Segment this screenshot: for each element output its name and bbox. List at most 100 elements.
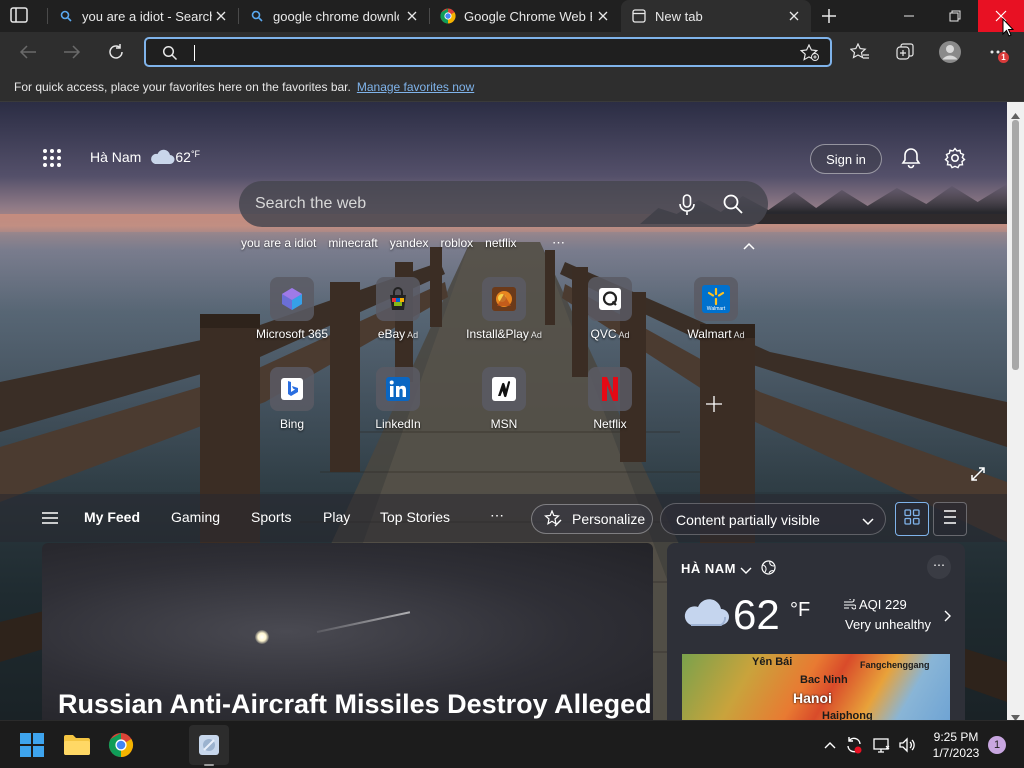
sign-in-button[interactable]: Sign in bbox=[810, 144, 882, 174]
tab-title: Google Chrome Web Br bbox=[464, 8, 592, 24]
tile-label: LinkedIn bbox=[375, 417, 421, 431]
search-icon[interactable] bbox=[722, 193, 744, 215]
close-icon[interactable] bbox=[214, 9, 228, 23]
restore-button[interactable] bbox=[932, 0, 978, 32]
network-icon[interactable] bbox=[872, 736, 890, 754]
grid-layout-button[interactable] bbox=[895, 502, 929, 536]
tile-label: Bing bbox=[279, 417, 305, 431]
weather-map[interactable]: Yên Bái Fangchenggang Bac Ninh Hanoi Hai… bbox=[682, 654, 950, 720]
location-label: Hà Nam bbox=[90, 149, 142, 165]
quick-link-msn[interactable]: MSN bbox=[454, 367, 554, 447]
weather-location[interactable]: HÀ NAM bbox=[681, 561, 736, 576]
app-launcher-icon[interactable] bbox=[42, 149, 62, 167]
notification-center-badge[interactable]: 1 bbox=[988, 736, 1006, 754]
personalize-label: Personalize bbox=[572, 511, 646, 527]
chevron-up-icon[interactable] bbox=[742, 238, 756, 250]
web-search-box[interactable]: Search the web bbox=[239, 181, 768, 227]
add-site-icon[interactable] bbox=[705, 395, 723, 413]
quick-link-install-play[interactable]: Install&Play Ad bbox=[454, 277, 554, 357]
weather-card[interactable]: HÀ NAM ⋯ 62 °F AQI 229 Very unhealthy Yê… bbox=[667, 543, 965, 720]
page-scrollbar[interactable] bbox=[1007, 102, 1024, 721]
quick-link-qvc[interactable]: QVC Ad bbox=[560, 277, 660, 357]
walmart-logo-text: Walmart bbox=[707, 306, 726, 312]
news-card[interactable]: Russian Anti-Aircraft Missiles Destroy A… bbox=[42, 543, 653, 720]
minimize-button[interactable] bbox=[886, 0, 932, 32]
quick-link-microsoft-365[interactable]: Microsoft 365 bbox=[242, 277, 342, 357]
favorites-icon[interactable] bbox=[848, 40, 872, 64]
chevron-up-icon[interactable] bbox=[821, 736, 839, 754]
close-icon[interactable] bbox=[405, 9, 419, 23]
add-favorite-icon[interactable] bbox=[799, 43, 820, 67]
aqi-value[interactable]: AQI 229 bbox=[843, 596, 907, 612]
personalize-button[interactable]: Personalize bbox=[531, 504, 653, 534]
feed-tab-play[interactable]: Play bbox=[323, 509, 350, 525]
trending-item[interactable]: yandex bbox=[390, 236, 429, 250]
temperature: 62 bbox=[175, 149, 191, 165]
trending-item[interactable]: you are a idiot bbox=[241, 236, 316, 250]
list-layout-button[interactable] bbox=[933, 502, 967, 536]
clock-date: 1/7/2023 bbox=[932, 746, 980, 760]
msn-icon bbox=[482, 367, 526, 411]
news-headline[interactable]: Russian Anti-Aircraft Missiles Destroy A… bbox=[58, 689, 652, 720]
manage-favorites-link[interactable]: Manage favorites now bbox=[357, 80, 474, 94]
quick-link-walmart[interactable]: Walmart Walmart Ad bbox=[666, 277, 766, 357]
trending-item[interactable]: netflix bbox=[485, 236, 516, 250]
map-label: Bac Ninh bbox=[800, 674, 848, 686]
forward-icon[interactable] bbox=[60, 40, 84, 64]
walmart-icon: Walmart bbox=[694, 277, 738, 321]
trending-item[interactable]: minecraft bbox=[328, 236, 377, 250]
feed-tab-top-stories[interactable]: Top Stories bbox=[380, 509, 450, 525]
sparkle-pencil-icon bbox=[544, 509, 562, 528]
tab-new-tab[interactable]: New tab bbox=[621, 0, 811, 32]
collections-icon[interactable] bbox=[893, 40, 917, 64]
trending-more-button[interactable]: ⋯ bbox=[552, 235, 566, 251]
gear-icon[interactable] bbox=[944, 147, 966, 169]
chrome-icon[interactable] bbox=[107, 731, 135, 759]
close-icon[interactable] bbox=[596, 9, 610, 23]
tab-3[interactable]: Google Chrome Web Br bbox=[430, 0, 620, 32]
tab-2[interactable]: google chrome downlo bbox=[239, 0, 429, 32]
new-tab-button[interactable] bbox=[818, 6, 840, 26]
mouse-cursor-icon bbox=[1002, 17, 1015, 38]
profile-avatar-icon[interactable] bbox=[938, 40, 962, 64]
app-installer-icon[interactable] bbox=[195, 731, 223, 759]
hamburger-menu-icon[interactable] bbox=[40, 510, 60, 526]
chevron-down-icon[interactable] bbox=[739, 563, 753, 574]
file-explorer-icon[interactable] bbox=[63, 731, 91, 759]
globe-icon[interactable] bbox=[761, 560, 776, 575]
address-bar[interactable] bbox=[144, 37, 832, 67]
quick-link-ebay[interactable]: eBay Ad bbox=[348, 277, 448, 357]
microphone-icon[interactable] bbox=[677, 194, 697, 216]
start-button-icon[interactable] bbox=[18, 731, 46, 759]
tab-actions-icon[interactable] bbox=[10, 7, 30, 25]
scrollbar-thumb[interactable] bbox=[1012, 120, 1019, 370]
feed-tab-sports[interactable]: Sports bbox=[251, 509, 291, 525]
running-indicator bbox=[204, 764, 214, 766]
weather-summary[interactable]: Hà Nam 62 °F bbox=[90, 148, 200, 166]
tab-1[interactable]: you are a idiot - Search bbox=[48, 0, 238, 32]
volume-icon[interactable] bbox=[898, 736, 916, 754]
feed-navigation: My Feed Gaming Sports Play Top Stories ⋯… bbox=[0, 494, 1007, 542]
close-window-button[interactable] bbox=[978, 0, 1024, 32]
feed-more-button[interactable]: ⋯ bbox=[490, 507, 505, 524]
tab-strip: you are a idiot - Search google chrome d… bbox=[0, 0, 1024, 32]
search-placeholder: Search the web bbox=[255, 195, 367, 212]
expand-background-icon[interactable] bbox=[970, 466, 986, 482]
tab-title: google chrome downlo bbox=[273, 8, 399, 24]
bell-icon[interactable] bbox=[900, 147, 922, 169]
quick-link-linkedin[interactable]: LinkedIn bbox=[348, 367, 448, 447]
feed-tab-my-feed[interactable]: My Feed bbox=[84, 509, 140, 525]
content-visibility-select[interactable]: Content partially visible bbox=[660, 503, 886, 535]
weather-more-button[interactable]: ⋯ bbox=[927, 555, 951, 579]
trending-item[interactable]: roblox bbox=[440, 236, 473, 250]
quick-link-bing[interactable]: Bing bbox=[242, 367, 342, 447]
quick-link-netflix[interactable]: Netflix bbox=[560, 367, 660, 447]
feed-tab-gaming[interactable]: Gaming bbox=[171, 509, 220, 525]
back-icon[interactable] bbox=[16, 40, 40, 64]
chevron-right-icon[interactable] bbox=[943, 609, 951, 622]
sync-alert-icon[interactable] bbox=[845, 736, 863, 754]
refresh-icon[interactable] bbox=[104, 40, 128, 64]
taskbar-clock[interactable]: 9:25 PM 1/7/2023 bbox=[926, 729, 986, 761]
search-icon bbox=[249, 8, 265, 24]
close-icon[interactable] bbox=[787, 9, 801, 23]
